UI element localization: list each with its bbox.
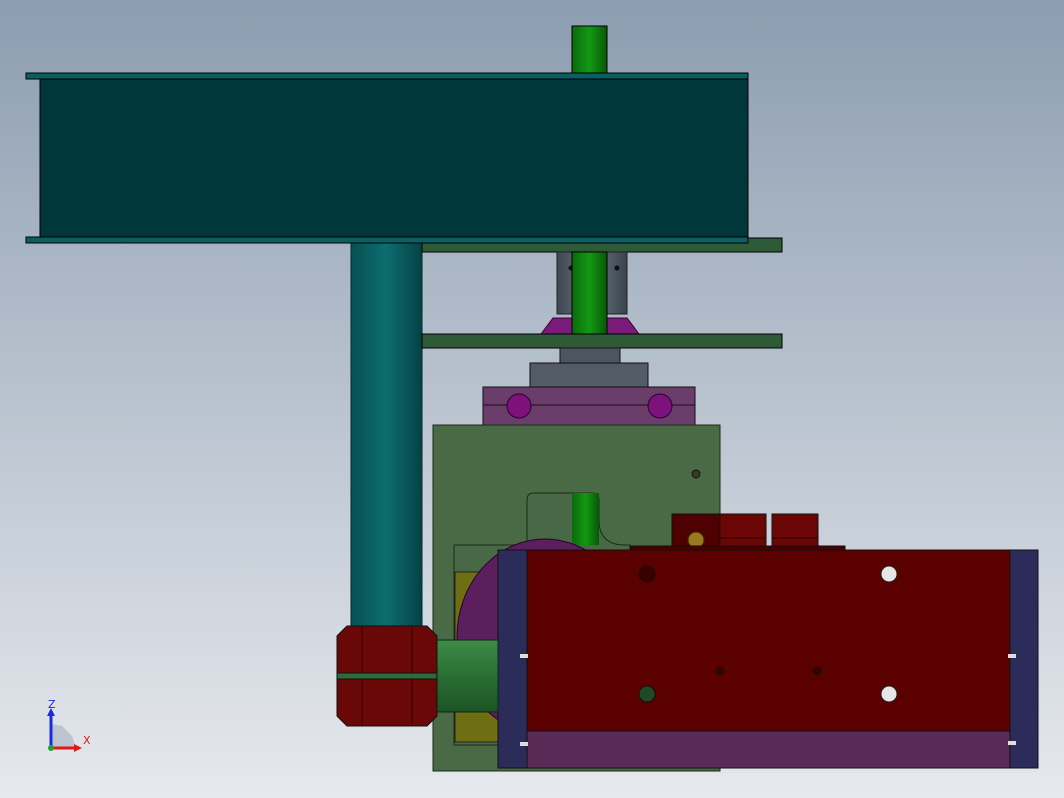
red-cube-1[interactable] <box>719 513 767 551</box>
axis-triad: Z X <box>47 698 91 752</box>
knob-band <box>336 672 438 680</box>
end-cap-right[interactable] <box>1009 549 1039 769</box>
beam-top-flange[interactable] <box>25 72 749 80</box>
motor-hole-top-right <box>880 565 898 583</box>
motor-hole-bottom-right <box>880 685 898 703</box>
cad-model-view[interactable] <box>0 0 1064 798</box>
gray-spacer <box>559 347 621 364</box>
top-shaft[interactable] <box>571 25 608 77</box>
z-axis-label: Z <box>48 698 56 711</box>
support-column[interactable] <box>350 237 423 634</box>
right-pin-2 <box>1008 741 1016 745</box>
x-axis-label: X <box>83 734 91 747</box>
right-pin-1 <box>1008 654 1016 658</box>
left-pin-2 <box>520 742 528 746</box>
bracket-bolt-right[interactable] <box>647 393 673 419</box>
main-shaft[interactable] <box>571 251 608 337</box>
inner-shaft <box>572 493 599 545</box>
motor-small-hole-1 <box>715 666 725 676</box>
x-axis-head <box>74 744 82 752</box>
motor-small-hole-2 <box>812 666 822 676</box>
triad-plane <box>52 724 76 748</box>
coupling-shaft[interactable] <box>435 639 499 713</box>
lower-plate[interactable] <box>421 333 783 349</box>
housing-screw <box>691 469 701 479</box>
left-pin-1 <box>520 654 528 658</box>
bracket-bolt-left[interactable] <box>506 393 532 419</box>
motor-hole-top-left <box>638 565 656 583</box>
red-cube-2[interactable] <box>771 513 819 551</box>
bearing-screw-right <box>614 265 620 271</box>
triad-origin <box>48 745 54 751</box>
beam-web[interactable] <box>39 78 749 238</box>
end-cap-left[interactable] <box>497 549 528 769</box>
beam-bottom-flange[interactable] <box>25 236 749 244</box>
motor-hole-bottom-left <box>638 685 656 703</box>
cad-viewport[interactable]: Z X <box>0 0 1064 798</box>
motor-lower-strip <box>526 730 1011 769</box>
gray-mount-block[interactable] <box>529 362 649 388</box>
